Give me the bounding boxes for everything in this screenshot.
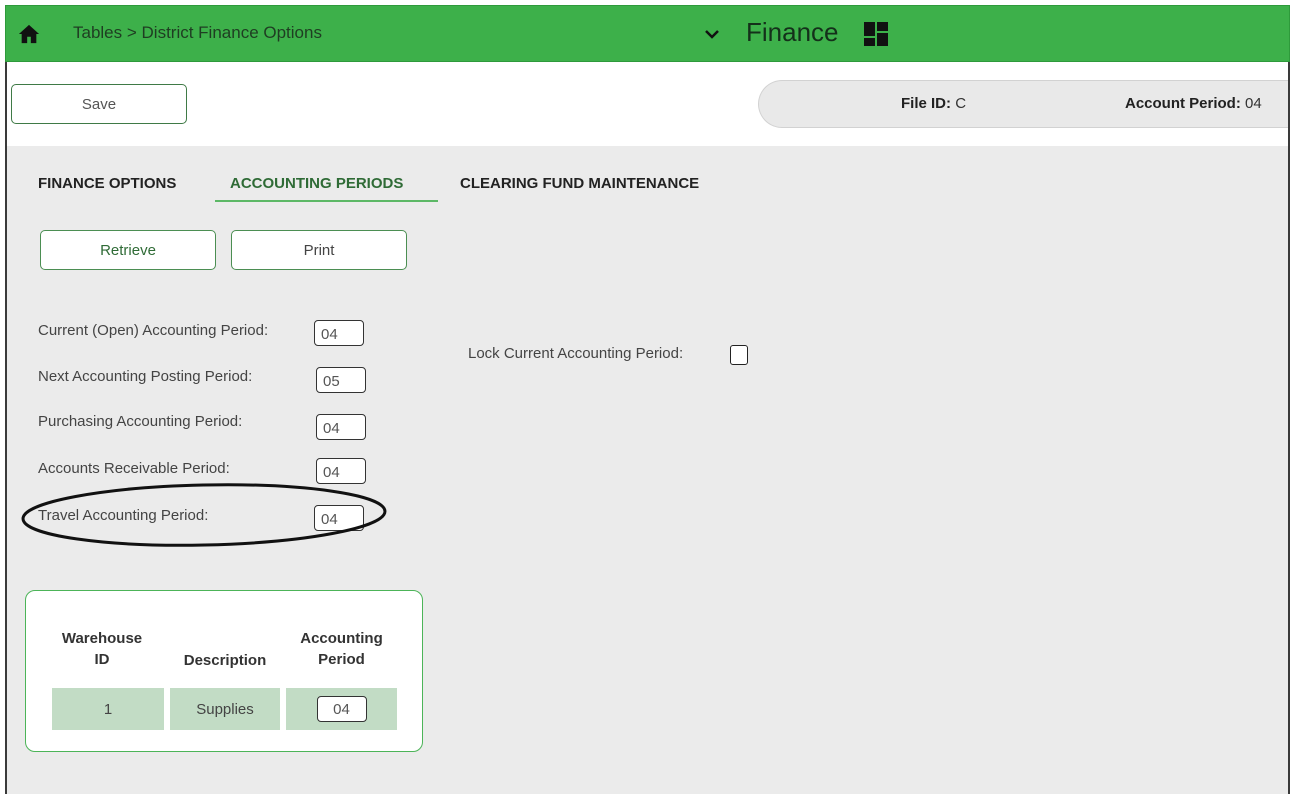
file-info-bar: File ID: C Account Period: 04 <box>758 80 1288 128</box>
tab-accounting-periods[interactable]: ACCOUNTING PERIODS <box>230 175 403 192</box>
warehouse-id-header-line2: ID <box>94 651 110 668</box>
retrieve-button[interactable]: Retrieve <box>40 230 216 270</box>
warehouse-id-header-line1: Warehouse <box>61 630 143 647</box>
lock-period-checkbox[interactable] <box>730 345 748 365</box>
accounting-period-cell: 04 <box>286 688 397 730</box>
file-id-value: C <box>955 95 967 112</box>
account-period-value: 04 <box>1245 95 1262 112</box>
purchasing-period-label: Purchasing Accounting Period: <box>38 413 243 430</box>
tab-clearing-fund-maintenance[interactable]: CLEARING FUND MAINTENANCE <box>460 175 699 192</box>
accounting-period-header-line2: Period <box>318 651 365 668</box>
receivable-period-input[interactable]: 04 <box>316 458 366 484</box>
chevron-down-icon[interactable] <box>704 27 720 41</box>
grid-icon[interactable] <box>864 22 888 46</box>
breadcrumb[interactable]: Tables > District Finance Options <box>73 23 322 43</box>
active-tab-indicator <box>215 200 438 202</box>
save-button[interactable]: Save <box>11 84 187 124</box>
description-cell: Supplies <box>170 688 280 730</box>
next-period-label: Next Accounting Posting Period: <box>38 368 253 385</box>
home-icon[interactable] <box>18 23 40 45</box>
next-period-input[interactable]: 05 <box>316 367 366 393</box>
module-title[interactable]: Finance <box>746 17 839 48</box>
account-period-info: Account Period: 04 <box>1125 95 1262 112</box>
current-period-input[interactable]: 04 <box>314 320 364 346</box>
warehouse-id-cell: 1 <box>52 688 164 730</box>
warehouse-id-header: Warehouse ID <box>52 628 152 670</box>
highlight-ellipse <box>21 483 387 547</box>
accounting-period-header: Accounting Period <box>286 628 397 670</box>
description-header: Description <box>183 652 267 669</box>
tab-finance-options[interactable]: FINANCE OPTIONS <box>38 175 176 192</box>
app-header: Tables > District Finance Options Financ… <box>5 5 1290 62</box>
lock-period-label: Lock Current Accounting Period: <box>468 345 684 362</box>
print-button[interactable]: Print <box>231 230 407 270</box>
accounting-period-header-line1: Accounting <box>300 630 383 647</box>
file-id-info: File ID: C <box>901 95 966 112</box>
receivable-period-label: Accounts Receivable Period: <box>38 460 230 477</box>
current-period-label: Current (Open) Accounting Period: <box>38 322 269 339</box>
account-period-label: Account Period: <box>1125 95 1241 112</box>
warehouse-period-input[interactable]: 04 <box>316 696 367 722</box>
file-id-label: File ID: <box>901 95 952 112</box>
purchasing-period-input[interactable]: 04 <box>316 414 366 440</box>
